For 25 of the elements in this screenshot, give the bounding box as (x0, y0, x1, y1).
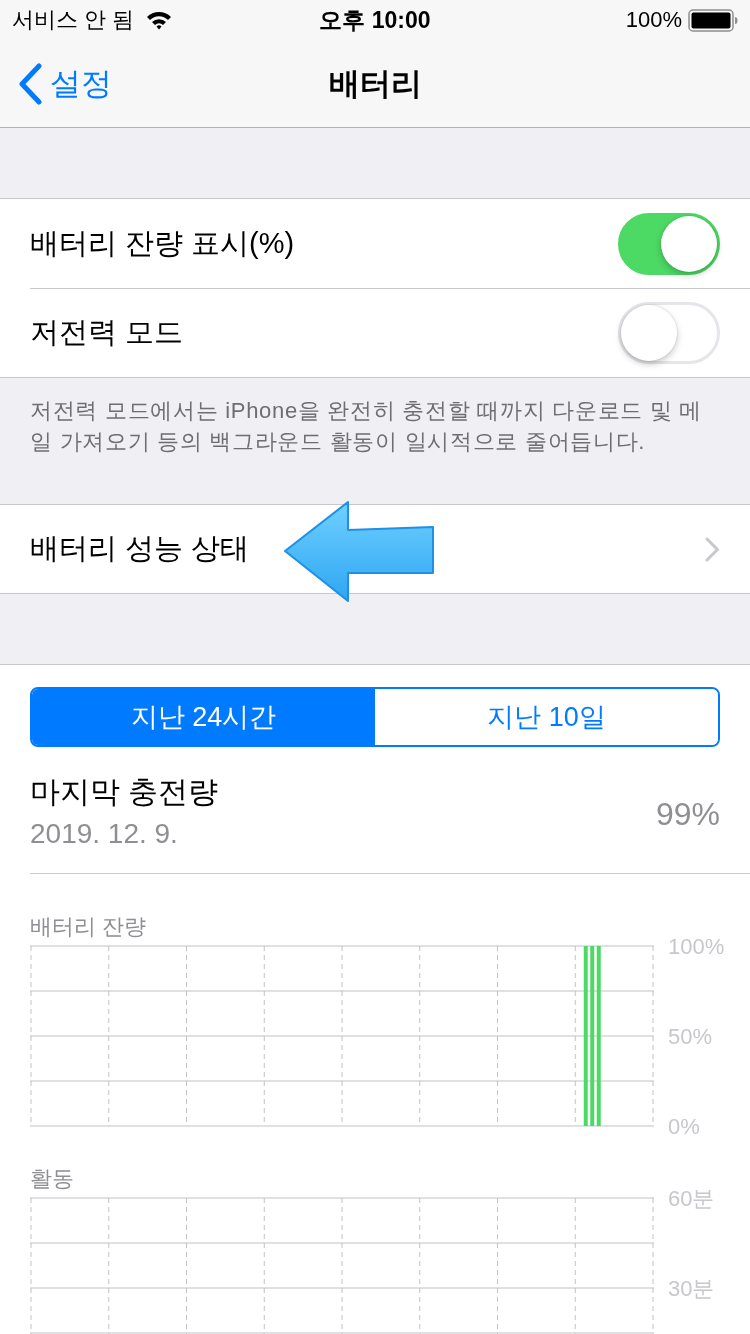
setting-label: 배터리 잔량 표시(%) (30, 225, 295, 261)
chart-title: 활동 (30, 1167, 74, 1191)
page-title: 배터리 (328, 64, 422, 103)
last-charge-value: 99% (655, 795, 720, 833)
footnote-text: 저전력 모드에서는 iPhone을 완전히 충전할 때까지 다운로드 및 메일 가져오기 등의 백그라운드 활동이 일시적으로 줄어듭니다. (29, 397, 703, 456)
last-charge-date: 2019. 12. 9. (30, 818, 178, 850)
toggle-switch[interactable] (618, 212, 720, 275)
chevron-right-icon (705, 536, 720, 562)
axis-tick-label: 0% (668, 1113, 700, 1136)
axis-tick-label: 50% (668, 1023, 713, 1049)
chevron-left-icon (18, 62, 42, 105)
setting-label: 저전력 모드 (30, 315, 184, 350)
axis-tick-label: 100% (668, 936, 725, 959)
battery-icon (688, 8, 738, 32)
wifi-icon (146, 10, 173, 30)
last-charge-label: 마지막 충전량 (30, 773, 219, 810)
battery-percent-text: 100% (625, 9, 682, 31)
axis-tick-label: 60분 (668, 1188, 715, 1211)
chart-title: 배터리 잔량 (30, 915, 147, 939)
back-button[interactable]: 설정 (18, 62, 112, 105)
carrier-text: 서비스 안 됨 (12, 9, 135, 31)
left-arrow-icon (284, 500, 434, 603)
clock-text: 오후 10:00 (319, 8, 431, 32)
axis-tick-label: 30분 (668, 1275, 715, 1301)
period-tab[interactable]: 지난 24시간 (32, 689, 375, 745)
